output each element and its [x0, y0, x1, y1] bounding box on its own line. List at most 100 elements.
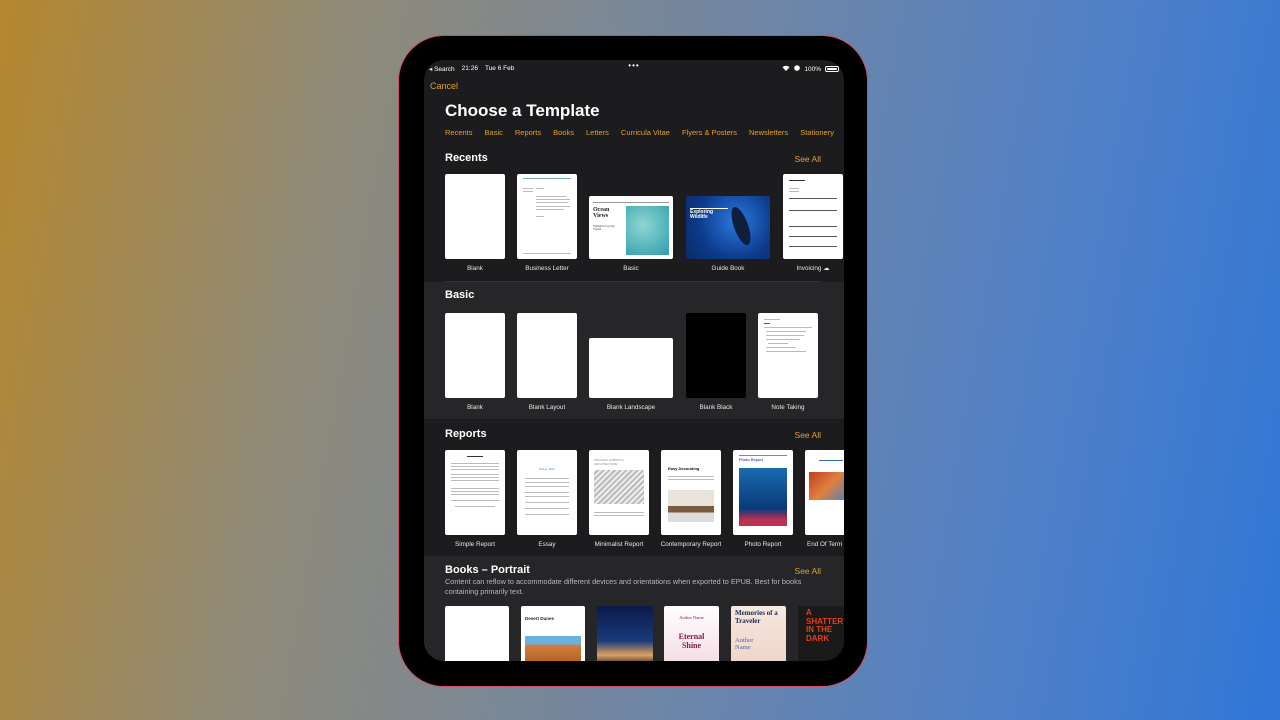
template-thumbnail: [445, 174, 505, 259]
template-label: Blank: [467, 265, 483, 272]
template-label: Photo Report: [744, 541, 782, 548]
template-blank[interactable]: Blank: [445, 174, 505, 272]
thumb-title: Easy Decorating: [668, 466, 700, 471]
template-thumbnail: [517, 174, 577, 259]
template-label: Guide Book: [711, 265, 745, 272]
book-template-blank[interactable]: [445, 606, 509, 661]
book-template-shatter-dark[interactable]: A SHATTER IN THE DARK: [798, 606, 844, 661]
template-thumbnail: [805, 450, 844, 535]
template-thumbnail: [758, 313, 818, 398]
books-see-all-button[interactable]: See All: [795, 566, 821, 576]
template-label: Blank Black: [699, 404, 733, 411]
template-thumbnail: [783, 174, 843, 259]
basic-section: Basic Blank Blank Layout Blank Landscape…: [424, 282, 844, 419]
turtle-photo: [739, 468, 787, 526]
reports-see-all-button[interactable]: See All: [795, 430, 821, 440]
template-thumbnail: Memories of a Traveler Author Name: [731, 606, 786, 661]
template-thumbnail: Easy Decorating: [661, 450, 721, 535]
template-thumbnail: [589, 338, 673, 398]
thumb-title: Memories of a Traveler: [735, 609, 778, 625]
tab-stationery[interactable]: Stationery: [800, 128, 834, 137]
reports-heading: Reports: [445, 428, 487, 440]
template-label: Essay: [538, 541, 556, 548]
sea-lion-shape: [727, 204, 755, 248]
template-label: Business Letter: [525, 265, 569, 272]
tab-reports[interactable]: Reports: [515, 128, 541, 137]
thumb-title: Desert Dunes: [525, 616, 555, 621]
ocean-photo: [626, 206, 669, 255]
category-tabs: Recents Basic Reports Books Letters Curr…: [445, 128, 834, 137]
template-basic[interactable]: Ocean Views Highlights From My Travels B…: [589, 196, 673, 272]
book-template-eternal-shine[interactable]: Author Name Eternal Shine: [664, 606, 719, 661]
template-thumbnail: [517, 313, 577, 398]
template-business-letter[interactable]: Business Letter: [517, 174, 577, 272]
tab-books[interactable]: Books: [553, 128, 574, 137]
cloud-download-icon: ☁: [823, 265, 830, 272]
focus-icon: [794, 65, 801, 73]
template-note-taking[interactable]: Note Taking: [758, 313, 818, 411]
template-thumbnail: [686, 313, 746, 398]
status-bar: ◂ Search 21:26 Tue 6 Feb ••• 100%: [429, 61, 839, 74]
template-essay[interactable]: Essay Title Essay: [517, 450, 577, 548]
template-label: Blank: [467, 404, 483, 411]
template-label: Minimalist Report: [594, 541, 644, 548]
template-photo-report[interactable]: Photo Report Photo Report: [733, 450, 793, 548]
cancel-button[interactable]: Cancel: [430, 81, 458, 91]
tab-letters[interactable]: Letters: [586, 128, 609, 137]
status-date: Tue 6 Feb: [484, 65, 515, 72]
template-blank-basic[interactable]: Blank: [445, 313, 505, 411]
template-label: Blank Layout: [528, 404, 566, 411]
thumb-title: Ocean Views: [593, 207, 610, 219]
back-to-app-link[interactable]: ◂ Search: [429, 65, 455, 73]
template-blank-black[interactable]: Blank Black: [686, 313, 746, 411]
template-label: Simple Report: [455, 541, 495, 548]
book-template-memories-traveler[interactable]: Memories of a Traveler Author Name: [731, 606, 786, 661]
template-simple-report[interactable]: Simple Report: [445, 450, 505, 548]
desert-photo: [525, 636, 581, 661]
template-label: Blank Landscape: [606, 404, 656, 411]
thumb-title: ORGANIC FORMS IN ARCHITECTURE: [594, 458, 624, 466]
books-section: Books – Portrait See All Content can ref…: [424, 556, 844, 661]
battery-icon: [825, 66, 839, 72]
thumb-author: Author Name: [735, 637, 754, 651]
template-label-text: Invoicing: [796, 265, 822, 272]
template-invoicing[interactable]: Invoicing ☁: [783, 174, 843, 272]
template-thumbnail: Author Name Eternal Shine: [664, 606, 719, 661]
template-end-of-term[interactable]: End Of Term: [805, 450, 844, 548]
battery-percent: 100%: [804, 65, 821, 73]
template-thumbnail: ORGANIC FORMS IN ARCHITECTURE: [589, 450, 649, 535]
tab-basic[interactable]: Basic: [485, 128, 503, 137]
template-thumbnail: A SHATTER IN THE DARK: [798, 606, 844, 661]
template-blank-landscape[interactable]: Blank Landscape: [589, 338, 673, 411]
multitasking-handle[interactable]: •••: [628, 61, 639, 70]
template-blank-layout[interactable]: Blank Layout: [517, 313, 577, 411]
template-contemporary-report[interactable]: Easy Decorating Contemporary Report: [661, 450, 721, 548]
book-template-desert-dunes[interactable]: Desert Dunes: [521, 606, 585, 661]
template-thumbnail: [445, 313, 505, 398]
book-template-night-city[interactable]: [597, 606, 653, 661]
thumb-title: Eternal Shine: [678, 632, 705, 650]
tab-curricula-vitae[interactable]: Curricula Vitae: [621, 128, 670, 137]
thumb-subtitle: Highlights From My Travels: [593, 225, 615, 231]
template-thumbnail: [445, 606, 509, 661]
tab-recents[interactable]: Recents: [445, 128, 473, 137]
thumb-title: Essay Title: [539, 467, 555, 471]
template-guide-book[interactable]: Exploring Wildlife Guide Book: [686, 196, 770, 272]
thumb-title: Photo Report: [739, 458, 764, 462]
tab-flyers-posters[interactable]: Flyers & Posters: [682, 128, 737, 137]
template-label: Contemporary Report: [660, 541, 722, 548]
page-title: Choose a Template: [445, 101, 600, 120]
tab-newsletters[interactable]: Newsletters: [749, 128, 788, 137]
template-label: Basic: [623, 265, 639, 272]
thumb-title: A SHATTER IN THE DARK: [806, 608, 844, 643]
template-minimalist-report[interactable]: ORGANIC FORMS IN ARCHITECTURE Minimalist…: [589, 450, 649, 548]
template-label: End Of Term: [807, 541, 843, 548]
books-description: Content can reflow to accommodate differ…: [445, 577, 802, 596]
template-thumbnail: Ocean Views Highlights From My Travels: [589, 196, 673, 259]
recents-see-all-button[interactable]: See All: [795, 154, 821, 164]
thumb-title: Exploring Wildlife: [690, 209, 714, 220]
thumb-author: Author Name: [679, 615, 704, 620]
recents-section: Recents See All Blank Business Letter Oc…: [424, 144, 844, 282]
template-thumbnail: Desert Dunes: [521, 606, 585, 661]
status-time: 21:26: [461, 65, 478, 72]
